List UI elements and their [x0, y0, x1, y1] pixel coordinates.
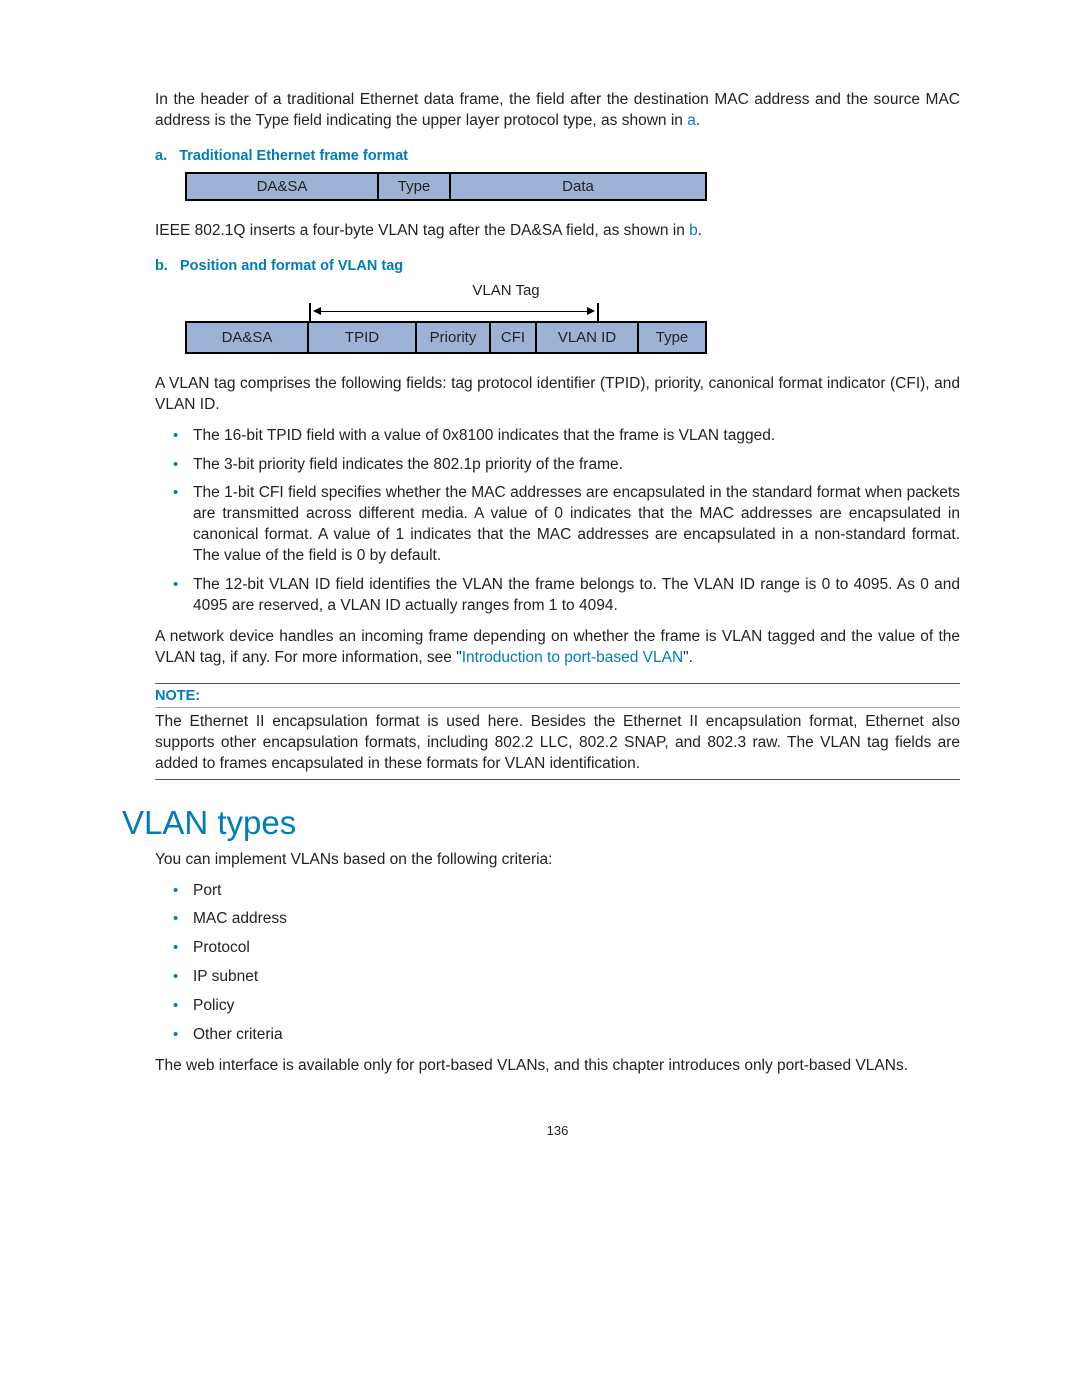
cell-type: Type — [638, 322, 706, 353]
list-item: The 1-bit CFI field specifies whether th… — [193, 483, 960, 567]
page-number: 136 — [155, 1123, 960, 1138]
figure-a-caption: a. Traditional Ethernet frame format — [155, 148, 960, 164]
list-item: MAC address — [193, 909, 960, 930]
paragraph-4: A network device handles an incoming fra… — [155, 627, 960, 669]
vlan-types-outro: The web interface is available only for … — [155, 1056, 960, 1077]
cell-dasa: DA&SA — [186, 173, 378, 200]
page-content: In the header of a traditional Ethernet … — [0, 0, 1080, 1178]
vlan-tag-fields-list: The 16-bit TPID field with a value of 0x… — [155, 426, 960, 617]
figure-a-diagram: DA&SA Type Data — [185, 172, 707, 201]
text: . — [696, 112, 700, 129]
cell-dasa: DA&SA — [186, 322, 308, 353]
caption-prefix: b. — [155, 258, 168, 274]
caption-text: Traditional Ethernet frame format — [179, 148, 408, 164]
note-block: NOTE: The Ethernet II encapsulation form… — [155, 683, 960, 780]
text: . — [698, 222, 702, 239]
list-item: Other criteria — [193, 1025, 960, 1046]
cell-type: Type — [378, 173, 450, 200]
note-body: The Ethernet II encapsulation format is … — [155, 712, 960, 775]
figure-b-diagram: VLAN Tag DA&SA TPID Priority CFI VLAN ID… — [185, 282, 960, 354]
text: ". — [683, 649, 693, 666]
list-item: The 12-bit VLAN ID field identifies the … — [193, 575, 960, 617]
cell-data: Data — [450, 173, 706, 200]
list-item: Port — [193, 881, 960, 902]
vlan-types-intro: You can implement VLANs based on the fol… — [155, 850, 960, 871]
vlan-types-list: Port MAC address Protocol IP subnet Poli… — [155, 881, 960, 1047]
list-item: Protocol — [193, 938, 960, 959]
note-label: NOTE: — [155, 688, 960, 708]
figure-a-ref[interactable]: a — [687, 112, 696, 129]
port-based-vlan-link[interactable]: Introduction to port-based VLAN — [462, 649, 683, 666]
extent-arrow — [185, 301, 725, 321]
caption-text: Position and format of VLAN tag — [180, 258, 403, 274]
cell-tpid: TPID — [308, 322, 416, 353]
intro-paragraph: In the header of a traditional Ethernet … — [155, 90, 960, 132]
list-item: The 3-bit priority field indicates the 8… — [193, 455, 960, 476]
paragraph-2: IEEE 802.1Q inserts a four-byte VLAN tag… — [155, 221, 960, 242]
cell-priority: Priority — [416, 322, 490, 353]
figure-b-ref[interactable]: b — [689, 222, 698, 239]
figure-b-caption: b. Position and format of VLAN tag — [155, 258, 960, 274]
paragraph-3: A VLAN tag comprises the following field… — [155, 374, 960, 416]
list-item: Policy — [193, 996, 960, 1017]
text: IEEE 802.1Q inserts a four-byte VLAN tag… — [155, 222, 689, 239]
list-item: The 16-bit TPID field with a value of 0x… — [193, 426, 960, 447]
text: In the header of a traditional Ethernet … — [155, 91, 960, 129]
caption-prefix: a. — [155, 148, 167, 164]
vlan-tag-label: VLAN Tag — [185, 282, 711, 299]
section-heading-vlan-types: VLAN types — [122, 804, 960, 842]
cell-vlanid: VLAN ID — [536, 322, 638, 353]
list-item: IP subnet — [193, 967, 960, 988]
cell-cfi: CFI — [490, 322, 536, 353]
